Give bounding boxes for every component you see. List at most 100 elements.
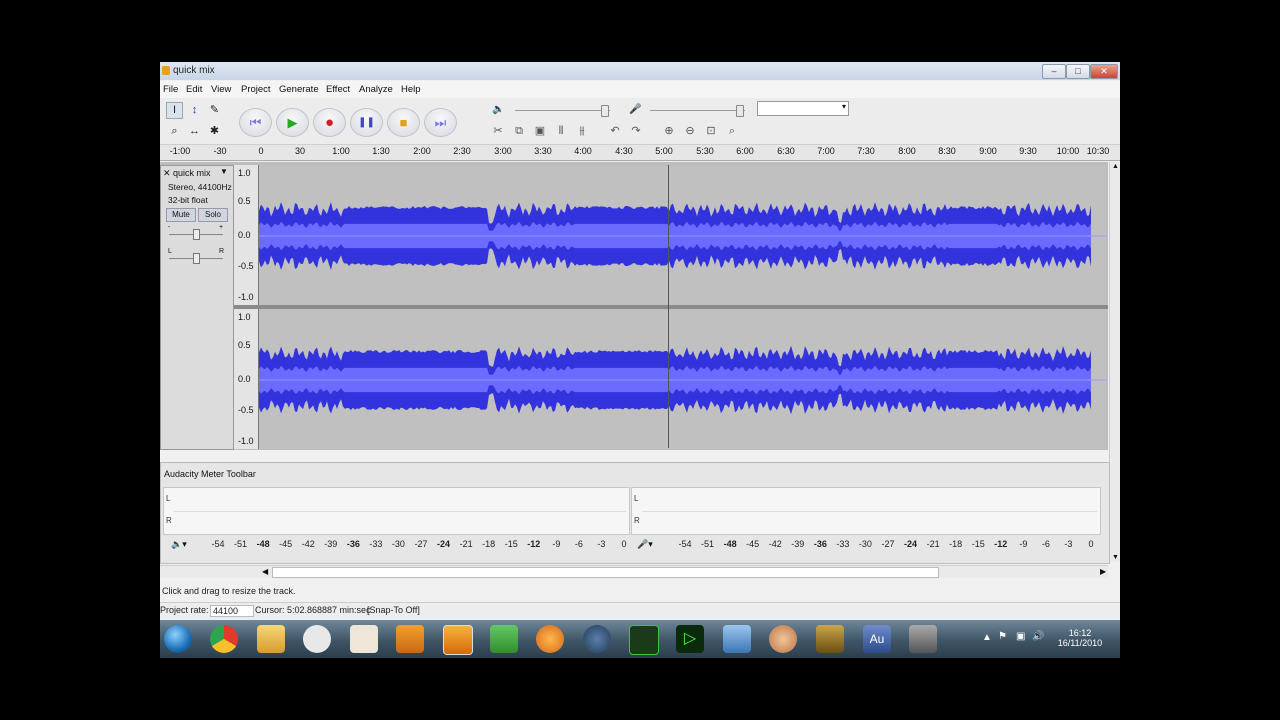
flag-icon[interactable]: ⚑ — [998, 631, 1007, 642]
microphone-icon[interactable] — [909, 625, 937, 653]
meter-scale-tick: -36 — [814, 539, 827, 549]
network-icon[interactable]: ▣ — [1016, 631, 1025, 642]
vertical-scrollbar[interactable]: ▲ ▼ — [1109, 162, 1120, 562]
zoom-in-icon[interactable]: ⊕ — [660, 123, 678, 139]
recording-volume-slider[interactable] — [650, 110, 745, 111]
scroll-up-icon[interactable]: ▲ — [1112, 163, 1119, 170]
menu-project[interactable]: Project — [241, 84, 271, 95]
tray-expand-icon[interactable]: ▲ — [982, 632, 992, 643]
fl-studio-icon[interactable] — [396, 625, 424, 653]
clock-time: 16:12 — [1045, 628, 1115, 638]
app-icon[interactable] — [303, 625, 331, 653]
reason-icon[interactable] — [536, 625, 564, 653]
audacity-icon[interactable] — [443, 625, 473, 655]
ruler-tick: 1:00 — [332, 146, 350, 156]
timeshift-tool-icon[interactable]: ↔ — [186, 123, 203, 140]
title-bar[interactable]: quick mix – □ ✕ — [160, 62, 1120, 80]
app-icon[interactable] — [816, 625, 844, 653]
scroll-left-icon[interactable]: ◀ — [262, 567, 268, 576]
speaker-icon[interactable]: 🔈▾ — [171, 539, 187, 550]
chrome-icon[interactable] — [210, 625, 238, 653]
paste-icon[interactable]: ▣ — [531, 123, 549, 139]
recording-volume-thumb[interactable] — [736, 105, 744, 117]
menu-effect[interactable]: Effect — [326, 84, 350, 95]
meter-scale-tick: -42 — [769, 539, 782, 549]
stop-button[interactable]: ■ — [387, 108, 420, 137]
app-icon[interactable] — [769, 625, 797, 653]
explorer-folder-icon[interactable] — [257, 625, 285, 653]
app-icon — [162, 66, 170, 75]
track-name-menu[interactable]: quick mix — [173, 168, 211, 178]
pause-button[interactable]: ❚❚ — [350, 108, 383, 137]
timeline-ruler[interactable]: -1:00 -30 0 30 1:00 1:30 2:00 2:30 3:00 … — [160, 145, 1120, 161]
fit-selection-icon[interactable]: ⊡ — [702, 123, 720, 139]
play-button[interactable]: ▶ — [276, 108, 309, 137]
waveform-right-channel[interactable] — [259, 310, 1106, 449]
minimize-button[interactable]: – — [1042, 64, 1066, 79]
multi-tool-icon[interactable]: ✱ — [206, 123, 223, 140]
playback-meter[interactable]: L R — [163, 487, 630, 535]
maximize-button[interactable]: □ — [1066, 64, 1090, 79]
selection-tool-icon[interactable]: I — [166, 102, 183, 119]
menu-view[interactable]: View — [211, 84, 231, 95]
pan-right-label: R — [219, 248, 224, 255]
scrollbar-thumb[interactable] — [272, 567, 939, 578]
spreadsheet-icon[interactable] — [490, 625, 518, 653]
meter-scale-tick: -30 — [392, 539, 405, 549]
draw-tool-icon[interactable]: ✎ — [206, 102, 223, 119]
pan-slider-thumb[interactable] — [193, 253, 200, 264]
start-button-icon[interactable] — [164, 625, 192, 653]
playback-volume-thumb[interactable] — [601, 105, 609, 117]
scroll-down-icon[interactable]: ▼ — [1112, 554, 1119, 561]
track-close-icon[interactable]: ✕ — [163, 168, 171, 179]
project-rate-field[interactable]: 44100 — [210, 605, 254, 617]
equalizer-icon[interactable] — [629, 625, 659, 655]
meter-scale-tick: -6 — [575, 539, 583, 549]
channel-divider[interactable] — [234, 305, 1108, 309]
vscale-label: 0.0 — [238, 374, 251, 384]
menu-analyze[interactable]: Analyze — [359, 84, 393, 95]
vscale-label: -1.0 — [238, 436, 254, 446]
close-button[interactable]: ✕ — [1090, 64, 1118, 79]
menu-bar: File Edit View Project Generate Effect A… — [160, 81, 1120, 98]
meter-scale-tick: -33 — [369, 539, 382, 549]
chevron-down-icon[interactable]: ▼ — [220, 167, 228, 176]
waveform-left-channel[interactable] — [259, 166, 1106, 305]
silence-icon[interactable]: ⫵ — [573, 123, 591, 139]
window-icon[interactable] — [723, 625, 751, 653]
volume-icon[interactable]: 🔊 — [1032, 631, 1044, 642]
zoom-tool-icon[interactable]: ⌕ — [166, 123, 183, 140]
copy-icon[interactable]: ⧉ — [510, 123, 528, 139]
mute-button[interactable]: Mute — [166, 208, 196, 222]
audition-icon[interactable]: Au — [863, 625, 891, 653]
envelope-tool-icon[interactable]: ↕ — [186, 102, 203, 119]
trim-icon[interactable]: ⫴ — [552, 123, 570, 139]
recording-meter[interactable]: L R — [631, 487, 1101, 535]
clock[interactable]: 16:12 16/11/2010 — [1045, 628, 1115, 648]
horizontal-scrollbar[interactable]: ◀ ▶ — [160, 565, 1108, 578]
redo-icon[interactable]: ↷ — [627, 123, 645, 139]
playback-volume-slider[interactable] — [515, 110, 610, 111]
ruler-tick: 3:30 — [534, 146, 552, 156]
cut-icon[interactable]: ✂ — [489, 123, 507, 139]
scroll-right-icon[interactable]: ▶ — [1100, 567, 1106, 576]
input-device-select[interactable]: ▾ — [757, 101, 849, 116]
app-icon[interactable] — [583, 625, 611, 653]
solo-button[interactable]: Solo — [198, 208, 228, 222]
skip-start-button[interactable]: ⏮ — [239, 108, 272, 137]
play-icon[interactable]: ▷ — [676, 625, 704, 653]
skip-end-button[interactable]: ⏭ — [424, 108, 457, 137]
microphone-icon[interactable]: 🎤▾ — [637, 539, 653, 550]
menu-edit[interactable]: Edit — [186, 84, 202, 95]
meter-scale-tick: -30 — [859, 539, 872, 549]
gain-slider-thumb[interactable] — [193, 229, 200, 240]
menu-help[interactable]: Help — [401, 84, 421, 95]
track-area[interactable]: ✕ quick mix ▼ Stereo, 44100Hz 32-bit flo… — [160, 162, 1108, 450]
zoom-out-icon[interactable]: ⊖ — [681, 123, 699, 139]
undo-icon[interactable]: ↶ — [606, 123, 624, 139]
menu-file[interactable]: File — [163, 84, 178, 95]
menu-generate[interactable]: Generate — [279, 84, 319, 95]
paint-icon[interactable] — [350, 625, 378, 653]
record-button[interactable]: ● — [313, 108, 346, 137]
fit-project-icon[interactable]: ⌕ — [723, 123, 741, 139]
